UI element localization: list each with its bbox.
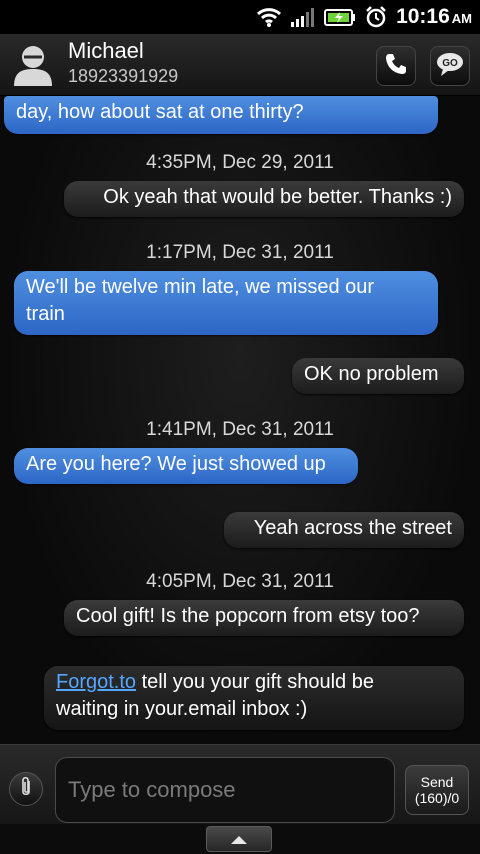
message-timestamp: 1:41PM, Dec 31, 2011 xyxy=(146,419,334,440)
message-timestamp: 4:05PM, Dec 31, 2011 xyxy=(146,571,334,592)
message-text: Yeah across the street xyxy=(253,517,452,539)
status-bar: 10:16 AM xyxy=(0,0,480,34)
go-label: GO xyxy=(442,58,458,69)
paperclip-icon xyxy=(18,776,34,802)
message-text-line: waiting in your.email inbox :) xyxy=(56,698,308,720)
message-text: tell you your gift should be xyxy=(136,671,374,693)
status-time: 10:16 xyxy=(396,5,450,28)
contact-name: Michael xyxy=(68,38,144,63)
message-text-line: Forgot.to tell you your gift should be xyxy=(56,669,452,696)
message-incoming[interactable]: Are you here? We just showed up xyxy=(14,448,358,484)
message-outgoing[interactable]: Ok yeah that would be better. Thanks :) xyxy=(64,181,464,217)
message-outgoing[interactable]: OK no problem xyxy=(292,358,464,394)
status-clock: 10:16 AM xyxy=(396,5,472,29)
message-text: Cool gift! Is the popcorn from etsy too? xyxy=(76,605,420,627)
conversation-header: Michael 18923391929 GO xyxy=(0,34,480,96)
message-text-line: We'll be twelve min late, we missed our xyxy=(26,276,375,298)
message-link[interactable]: Forgot.to xyxy=(56,671,136,693)
message-text: day, how about sat at one thirty? xyxy=(16,101,304,123)
wifi-icon xyxy=(256,6,282,28)
character-count: (160)/0 xyxy=(414,790,460,806)
message-outgoing[interactable]: Forgot.to tell you your gift should be w… xyxy=(44,666,464,730)
message-text: OK no problem xyxy=(304,363,439,385)
message-outgoing[interactable]: Yeah across the street xyxy=(224,512,464,548)
send-button[interactable]: Send (160)/0 xyxy=(405,765,469,815)
status-ampm: AM xyxy=(451,11,472,26)
message-text: Ok yeah that would be better. Thanks :) xyxy=(103,186,452,208)
signal-icon xyxy=(290,6,316,28)
phone-icon xyxy=(384,52,408,80)
attach-button[interactable] xyxy=(9,772,43,806)
message-incoming[interactable]: We'll be twelve min late, we missed our … xyxy=(14,271,438,335)
bottom-bar xyxy=(0,824,480,854)
contact-avatar-icon[interactable] xyxy=(12,42,54,88)
go-button[interactable]: GO xyxy=(430,46,470,86)
message-list[interactable]: day, how about sat at one thirty? 4:35PM… xyxy=(0,96,480,744)
send-label: Send xyxy=(420,774,454,790)
contact-number: 18923391929 xyxy=(68,66,179,86)
message-incoming[interactable]: day, how about sat at one thirty? xyxy=(4,96,438,134)
alarm-icon xyxy=(364,5,388,29)
message-timestamp: 1:17PM, Dec 31, 2011 xyxy=(146,242,334,263)
chevron-up-icon xyxy=(230,830,248,849)
go-icon: GO xyxy=(435,51,465,81)
message-text-line: train xyxy=(26,303,65,325)
message-text: Are you here? We just showed up xyxy=(26,453,326,475)
messaging-screen: 10:16 AM Michael 18923391929 GO day, how… xyxy=(0,0,480,854)
call-button[interactable] xyxy=(376,46,416,86)
message-outgoing[interactable]: Cool gift! Is the popcorn from etsy too? xyxy=(64,600,464,636)
expand-handle[interactable] xyxy=(206,826,272,852)
compose-input[interactable] xyxy=(55,757,395,823)
compose-bar: Send (160)/0 xyxy=(0,744,480,824)
message-timestamp: 4:35PM, Dec 29, 2011 xyxy=(146,152,334,173)
battery-charging-icon xyxy=(324,7,356,27)
